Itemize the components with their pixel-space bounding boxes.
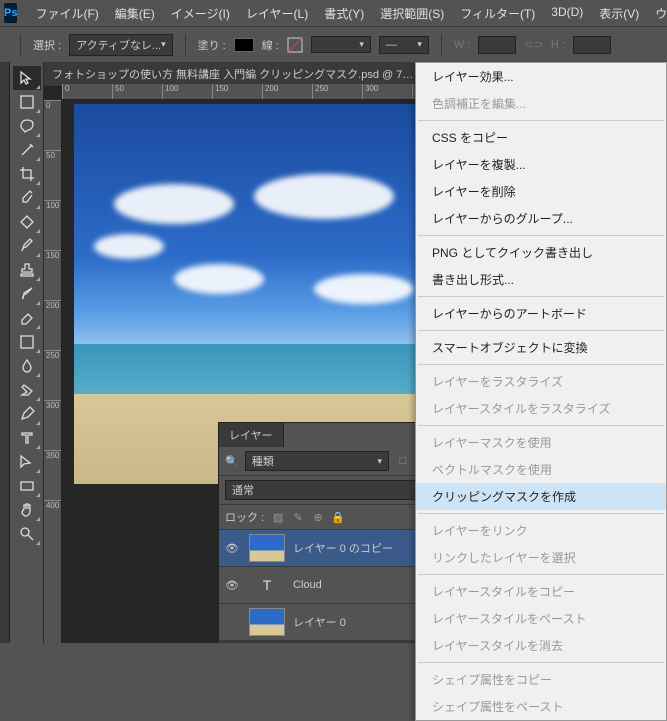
layer-thumbnail[interactable]: T (249, 571, 285, 599)
tool-palette (10, 62, 44, 643)
menu-item: レイヤースタイルをラスタライズ (416, 395, 666, 422)
document-title: フォトショップの使い方 無料講座 入門編 クリッピングマスク.psd @ 70%… (52, 66, 416, 82)
menu-フィルター[interactable]: フィルター(T) (452, 1, 543, 26)
stroke-swatch[interactable] (287, 37, 303, 53)
menu-item[interactable]: PNG としてクイック書き出し (416, 239, 666, 266)
menu-3D[interactable]: 3D(D) (543, 1, 591, 26)
menu-item[interactable]: クリッピングマスクを作成 (416, 483, 666, 510)
height-label: H : (551, 39, 565, 51)
tool-gradient[interactable] (13, 330, 41, 354)
menu-item: シェイプ属性をペースト (416, 693, 666, 720)
ruler-vertical: 050100150200250300350400 (44, 100, 62, 643)
fill-label: 塗り : (198, 37, 226, 53)
tool-rect[interactable] (13, 474, 41, 498)
menu-item[interactable]: レイヤーからのグループ... (416, 205, 666, 232)
tool-blur[interactable] (13, 354, 41, 378)
tool-wand[interactable] (13, 138, 41, 162)
layer-thumbnail[interactable] (249, 608, 285, 636)
tool-crop[interactable] (13, 162, 41, 186)
tool-history[interactable] (13, 282, 41, 306)
tool-dodge[interactable] (13, 378, 41, 402)
tool-type[interactable] (13, 426, 41, 450)
lock-icon[interactable]: ✎ (290, 511, 306, 524)
layer-name[interactable]: レイヤー 0 のコピー (293, 540, 393, 556)
stroke-style-dropdown[interactable]: —▾ (379, 36, 429, 54)
tool-eraser[interactable] (13, 306, 41, 330)
lock-icon[interactable]: 🔒 (330, 511, 346, 524)
tool-zoom[interactable] (13, 522, 41, 546)
menu-item[interactable]: スマートオブジェクトに変換 (416, 334, 666, 361)
menu-編集[interactable]: 編集(E) (107, 1, 163, 26)
select-dropdown[interactable]: アクティブなレ...▾ (69, 34, 173, 56)
menu-表示[interactable]: 表示(V) (591, 1, 647, 26)
visibility-icon[interactable]: 👁 (225, 579, 241, 592)
watermark: junk-word.com (570, 623, 661, 639)
tool-path[interactable] (13, 450, 41, 474)
menu-item[interactable]: レイヤーを削除 (416, 178, 666, 205)
menu-item[interactable]: レイヤーからのアートボード (416, 300, 666, 327)
panel-tab-strip[interactable] (0, 62, 10, 643)
tool-hand[interactable] (13, 498, 41, 522)
fill-swatch[interactable] (234, 38, 254, 52)
menu-ファイル[interactable]: ファイル(F) (27, 1, 106, 26)
tool-pen[interactable] (13, 402, 41, 426)
layer-name[interactable]: レイヤー 0 (293, 614, 346, 630)
menu-item: レイヤーをリンク (416, 517, 666, 544)
layer-filter-dropdown[interactable]: 種類▾ (245, 451, 389, 471)
menu-item[interactable]: レイヤーを複製... (416, 151, 666, 178)
tool-stamp[interactable] (13, 258, 41, 282)
layers-tab[interactable]: レイヤー (219, 423, 284, 447)
menu-item: レイヤーをラスタライズ (416, 368, 666, 395)
menu-item[interactable]: レイヤー効果... (416, 63, 666, 90)
menu-item: シェイプ属性をコピー (416, 666, 666, 693)
visibility-icon[interactable]: 👁 (225, 542, 241, 555)
link-wh-icon[interactable]: ⊂⊃ (524, 38, 542, 51)
tool-eyedrop[interactable] (13, 186, 41, 210)
lock-icon[interactable]: ⊕ (310, 511, 326, 524)
menu-書式[interactable]: 書式(Y) (316, 1, 372, 26)
tool-brush[interactable] (13, 234, 41, 258)
app-logo: Ps (4, 3, 17, 23)
menu-レイヤー[interactable]: レイヤー(L) (238, 1, 316, 26)
menu-item: レイヤースタイルをコピー (416, 578, 666, 605)
layer-name[interactable]: Cloud (293, 579, 322, 591)
layer-thumbnail[interactable] (249, 534, 285, 562)
search-icon: 🔍 (225, 455, 239, 468)
tool-lasso[interactable] (13, 114, 41, 138)
menu-item[interactable]: 書き出し形式... (416, 266, 666, 293)
width-field[interactable] (478, 36, 516, 54)
blend-mode-dropdown[interactable]: 通常▾ (225, 480, 438, 500)
lock-label: ロック : (225, 509, 264, 525)
menu-item: レイヤーマスクを使用 (416, 429, 666, 456)
menu-ウィンド[interactable]: ウィンド (647, 1, 667, 26)
width-label: W : (454, 39, 471, 51)
menu-item[interactable]: CSS をコピー (416, 124, 666, 151)
line-label: 線 : (262, 37, 279, 53)
menu-item: ベクトルマスクを使用 (416, 456, 666, 483)
menu-item: リンクしたレイヤーを選択 (416, 544, 666, 571)
options-bar: 選択 : アクティブなレ...▾ 塗り : 線 : ▾ —▾ W : ⊂⊃ H … (0, 26, 667, 62)
tool-heal[interactable] (13, 210, 41, 234)
stroke-width-dropdown[interactable]: ▾ (311, 36, 371, 53)
lock-icon[interactable]: ▨ (270, 511, 286, 524)
select-label: 選択 : (33, 37, 61, 53)
filter-icon[interactable]: □ (395, 455, 411, 468)
tool-marquee[interactable] (13, 90, 41, 114)
menu-イメージ[interactable]: イメージ(I) (163, 1, 238, 26)
menu-bar: Ps ファイル(F)編集(E)イメージ(I)レイヤー(L)書式(Y)選択範囲(S… (0, 0, 667, 26)
menu-item: 色調補正を編集... (416, 90, 666, 117)
tool-move[interactable] (13, 66, 41, 90)
height-field[interactable] (573, 36, 611, 54)
menu-選択範囲[interactable]: 選択範囲(S) (372, 1, 452, 26)
